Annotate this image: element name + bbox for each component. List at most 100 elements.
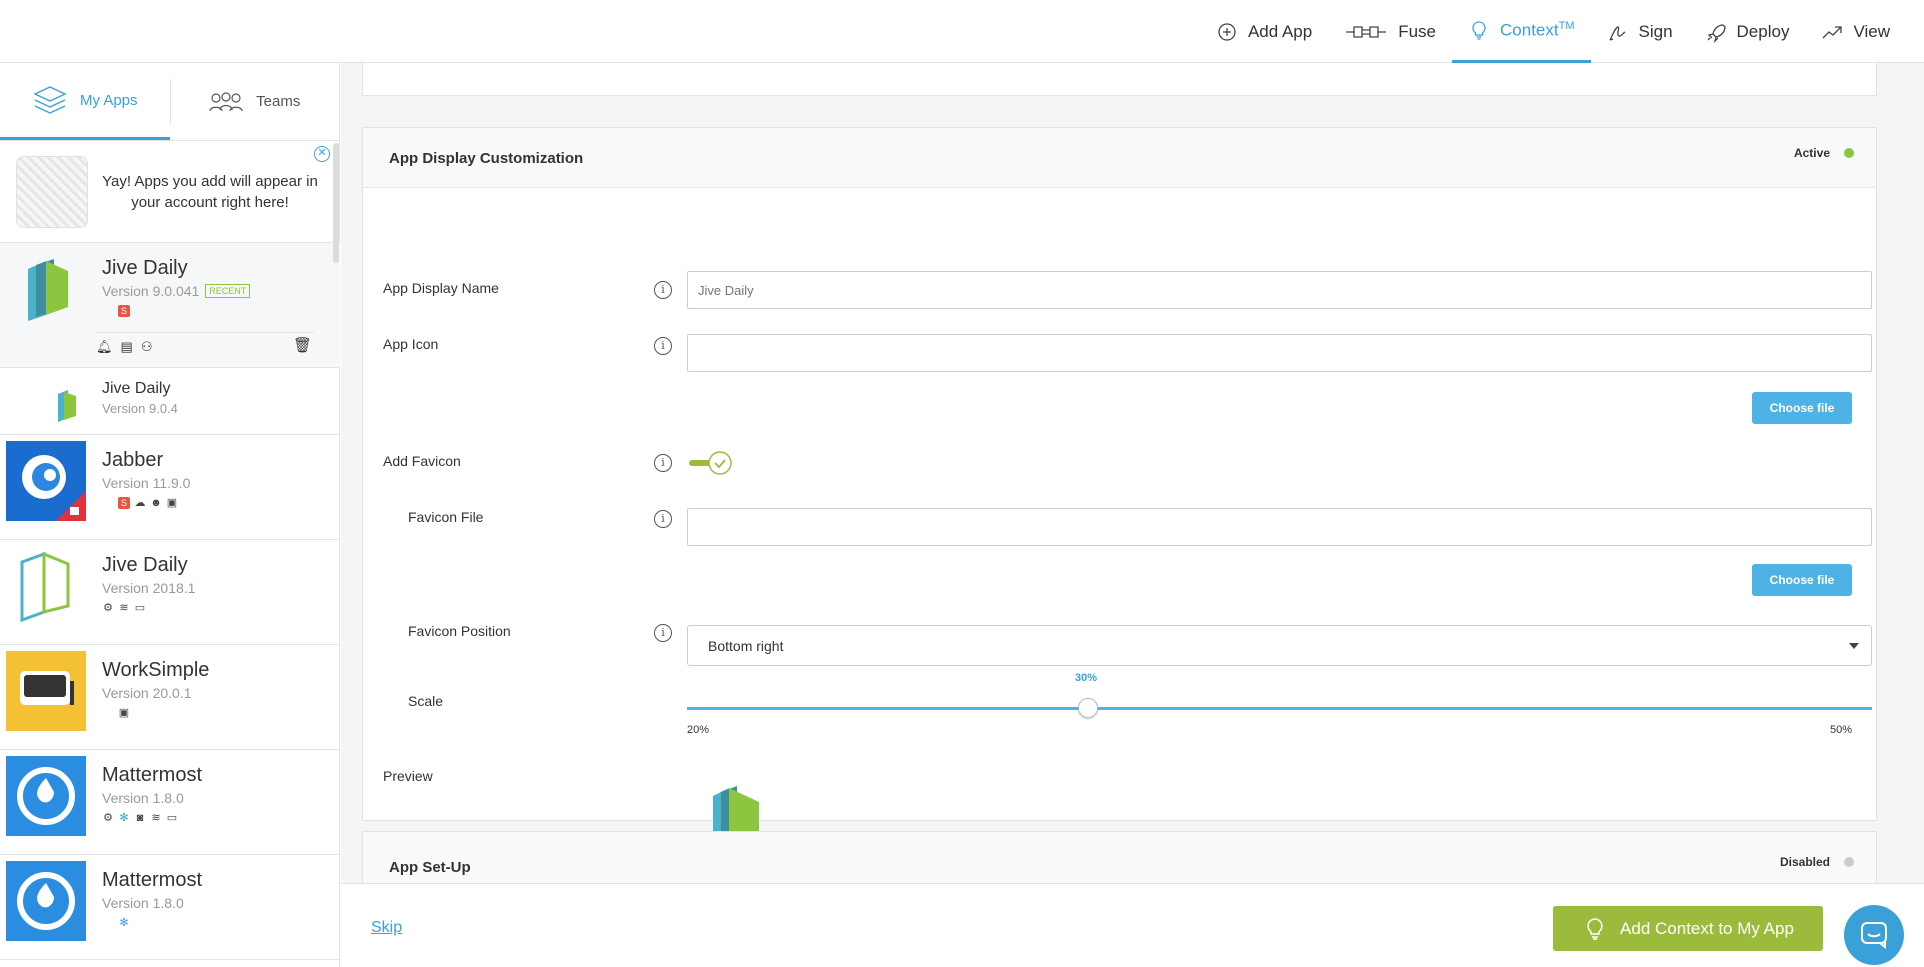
nav-add-app[interactable]: Add App <box>1200 0 1328 63</box>
display-name-input[interactable] <box>687 271 1872 309</box>
nav-view-label: View <box>1853 21 1890 41</box>
android-icon: ⚙ <box>103 812 113 824</box>
platform-icons: S <box>102 305 250 317</box>
list-item[interactable]: WorkSimple Version 20.0.1 ▣ <box>0 645 340 750</box>
book-icon[interactable]: ▤ <box>121 339 133 355</box>
app-icon-file-field[interactable] <box>687 334 1872 372</box>
tab-teams-label: Teams <box>256 93 301 110</box>
sidebar-scrollbar[interactable] <box>333 143 339 263</box>
app-name: Jive Daily <box>102 554 188 576</box>
main-nav: Add App Fuse ContextTM Sign Deploy View <box>1200 0 1906 63</box>
list-item[interactable]: Jive Daily Version 2018.1 ⚙ ≋ ▭ <box>0 540 340 645</box>
trash-icon[interactable]: 🗑︎ <box>293 336 312 354</box>
app-info: Mattermost Version 1.8.0 ✻ <box>86 855 202 959</box>
display-name-label: App Display Name <box>383 280 499 296</box>
nav-fuse-label: Fuse <box>1398 21 1437 41</box>
display-customization-card: App Display Customization Active App Dis… <box>362 127 1877 865</box>
nav-add-app-label: Add App <box>1247 21 1313 41</box>
sidebar-tabs: My Apps Teams <box>0 63 339 141</box>
app-name: Mattermost <box>102 764 203 786</box>
app-name: Jive Daily <box>102 257 188 279</box>
add-favicon-toggle[interactable] <box>688 450 734 476</box>
skip-link[interactable]: Skip <box>371 919 402 937</box>
nav-view[interactable]: View <box>1805 0 1906 63</box>
app-icon-choose-file-button[interactable]: Choose file <box>1752 392 1852 424</box>
top-navigation: Add App Fuse ContextTM Sign Deploy View <box>0 0 1924 63</box>
app-info: Jive Daily Version 2018.1 ⚙ ≋ ▭ <box>86 540 195 644</box>
add-context-button[interactable]: Add Context to My App <box>1553 906 1823 951</box>
nav-fuse[interactable]: Fuse <box>1328 0 1452 63</box>
list-item[interactable]: Jive Daily Version 9.0.4 <box>0 368 340 435</box>
platform-icons: ▣ <box>102 707 209 719</box>
app-version: Version 20.0.1 <box>102 685 192 701</box>
nav-deploy-label: Deploy <box>1736 21 1790 41</box>
android-icon: ⚙ <box>103 602 113 614</box>
app-icon-label: App Icon <box>383 336 439 352</box>
close-icon[interactable]: ✕ <box>314 146 330 162</box>
info-icon[interactable]: i <box>654 454 672 472</box>
scale-slider-track[interactable] <box>687 707 1872 710</box>
card-title: App Set-Up <box>389 859 471 876</box>
list-item[interactable]: Mattermost Version 1.8.0 ✻ <box>0 855 340 960</box>
add-favicon-label: Add Favicon <box>383 453 461 469</box>
platform-icons: ⚙ ≋ ▭ <box>102 602 195 614</box>
app-icon <box>6 546 86 626</box>
list-item[interactable]: Mattermost Version 1.8.0 ⚙ ✻ ◙ ≋ ▭ <box>0 750 340 855</box>
app-name: WorkSimple <box>102 659 210 681</box>
favicon-file-label: Favicon File <box>408 509 484 525</box>
card-header: App Display Customization Active <box>363 128 1876 188</box>
info-icon[interactable]: i <box>654 337 672 355</box>
app-info: WorkSimple Version 20.0.1 ▣ <box>86 645 209 749</box>
share-users-icon[interactable]: ⚇ <box>141 339 153 355</box>
status-indicator: Active <box>1794 146 1854 160</box>
favicon-position-label: Favicon Position <box>408 623 511 639</box>
app-name: Jabber <box>102 449 164 471</box>
camera-icon: ◙ <box>136 812 144 824</box>
app-version: Version 1.8.0 <box>102 895 184 911</box>
app-setup-card: App Set-Up Disabled <box>362 831 1877 883</box>
bell-icon[interactable]: 🔔︎ <box>96 339 113 355</box>
app-version: Version 1.8.0 <box>102 790 184 806</box>
apple-icon <box>102 305 114 317</box>
recent-badge: RECENT <box>205 284 251 298</box>
wifi-icon: ≋ <box>151 812 161 824</box>
react-icon: ✻ <box>119 917 129 929</box>
react-icon: ✻ <box>119 812 129 824</box>
swift-icon: S <box>118 497 130 509</box>
list-item[interactable]: Jive Daily Version 9.0.041 RECENT S 🔔︎ ▤ … <box>0 243 340 368</box>
scale-slider-handle[interactable] <box>1078 698 1098 718</box>
chart-line-icon <box>1822 25 1843 38</box>
plus-circle-icon <box>1218 22 1236 41</box>
app-info: Jabber Version 11.9.0 S ☁ ☻ ▣ <box>86 435 190 539</box>
favicon-choose-file-button[interactable]: Choose file <box>1752 564 1852 596</box>
scale-min-label: 20% <box>687 724 710 736</box>
app-icon <box>6 374 86 429</box>
tab-my-apps[interactable]: My Apps <box>0 63 170 140</box>
scale-value: 30% <box>1075 672 1098 684</box>
welcome-notice: Yay! Apps you add will appear in your ac… <box>0 141 340 243</box>
tab-my-apps-label: My Apps <box>79 91 138 109</box>
nav-context[interactable]: ContextTM <box>1452 0 1591 63</box>
sidebar: My Apps Teams Yay! Apps you add will app… <box>0 63 340 967</box>
app-icon <box>6 651 86 731</box>
nav-deploy[interactable]: Deploy <box>1689 0 1806 63</box>
apple-icon <box>102 917 114 929</box>
nav-context-label: ContextTM <box>1500 19 1575 40</box>
info-icon[interactable]: i <box>654 624 672 642</box>
team-icon <box>209 91 243 111</box>
app-version: Version 2018.1 <box>102 580 196 596</box>
app-list[interactable]: Yay! Apps you add will appear in your ac… <box>0 141 340 967</box>
tab-teams[interactable]: Teams <box>169 63 340 140</box>
favicon-position-select[interactable]: Bottom right <box>687 625 1872 666</box>
scale-label: Scale <box>408 693 444 709</box>
list-item[interactable]: Jabber Version 11.9.0 S ☁ ☻ ▣ <box>0 435 340 540</box>
info-icon[interactable]: i <box>654 281 672 299</box>
placeholder-image <box>16 155 88 228</box>
app-icon <box>6 756 86 836</box>
swift-icon: S <box>118 305 130 317</box>
info-icon[interactable]: i <box>654 510 672 528</box>
scale-max-label: 50% <box>1829 724 1852 736</box>
chat-launcher[interactable] <box>1844 905 1904 965</box>
favicon-file-field[interactable] <box>687 508 1872 546</box>
nav-sign[interactable]: Sign <box>1591 0 1689 63</box>
